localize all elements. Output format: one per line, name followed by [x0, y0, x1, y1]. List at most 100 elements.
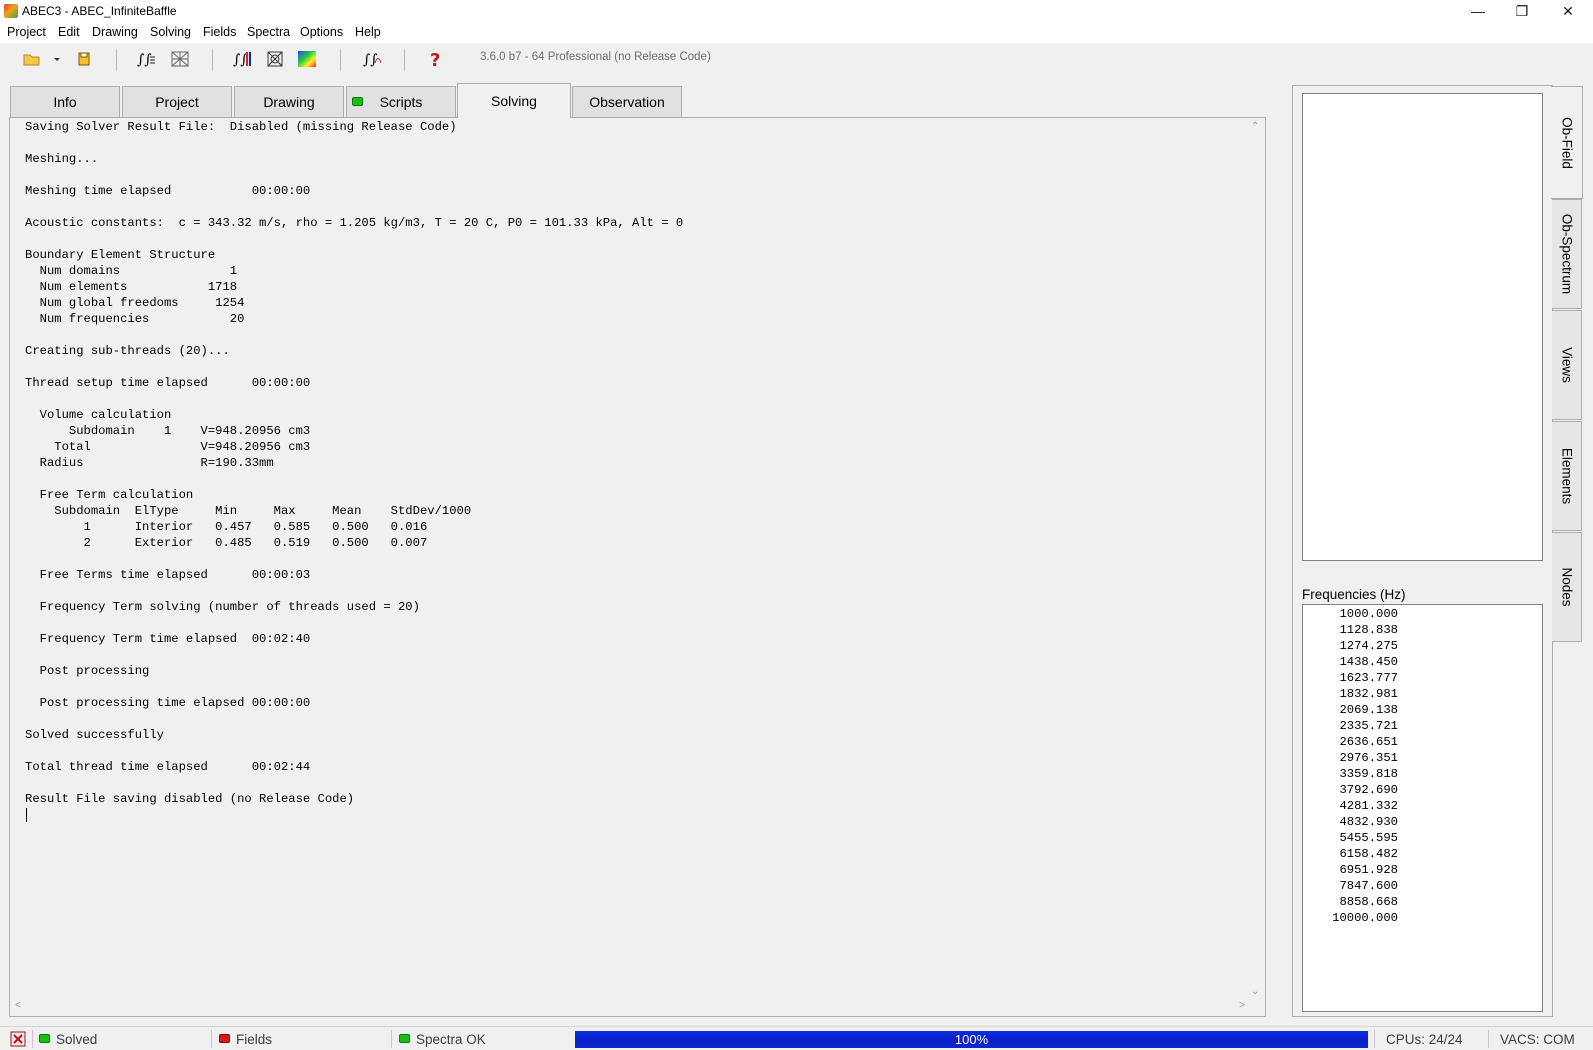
frequency-item[interactable]: 1274.275: [1339, 639, 1398, 653]
log-line: Meshing time elapsed 00:00:00: [25, 184, 311, 198]
observation-side-panel: Frequencies (Hz) 1000.000 1128.838 1274.27…: [1292, 85, 1553, 1017]
menu-spectra[interactable]: Spectra: [247, 25, 290, 39]
title-bar: ABEC3 - ABEC_InfiniteBaffle — ❐ ✕: [0, 0, 1593, 23]
wireframe-icon[interactable]: [265, 49, 285, 69]
log-line: 2 Exterior 0.485 0.519 0.500 0.007: [25, 536, 428, 550]
frequency-item[interactable]: 1438.450: [1339, 655, 1398, 669]
integral-fields-icon[interactable]: ∫∫: [232, 49, 252, 69]
menu-bar: Project Edit Drawing Solving Fields Spec…: [0, 23, 1593, 43]
side-tab-label: Views: [1559, 347, 1574, 383]
svg-text:∫∫: ∫∫: [137, 52, 152, 68]
menu-project[interactable]: Project: [7, 25, 46, 39]
close-button[interactable]: ✕: [1546, 0, 1590, 23]
tab-drawing[interactable]: Drawing: [234, 86, 344, 117]
tab-label: Solving: [491, 93, 537, 109]
log-line: Num frequencies 20: [25, 312, 245, 326]
tab-nodes[interactable]: Nodes: [1552, 532, 1582, 642]
solver-log-text[interactable]: Saving Solver Result File: Disabled (mis…: [25, 119, 683, 807]
save-script-icon[interactable]: [74, 49, 94, 69]
frequency-item[interactable]: 6951.928: [1339, 863, 1398, 877]
status-cpus: CPUs: 24/24: [1386, 1032, 1463, 1047]
frequency-item[interactable]: 7847.600: [1339, 879, 1398, 893]
integral-spectra-icon[interactable]: ∫∫: [362, 49, 382, 69]
mesh-icon[interactable]: [170, 49, 190, 69]
log-line: Creating sub-threads (20)...: [25, 344, 230, 358]
log-line: Result File saving disabled (no Release …: [25, 792, 355, 806]
tab-ob-spectrum[interactable]: Ob-Spectrum: [1552, 199, 1582, 309]
frequency-item[interactable]: 1000.000: [1339, 607, 1398, 621]
toolbar: ∫∫ ∫∫ ∫∫ ? 3.6.0 b7 - 64 Professional (n…: [0, 43, 1593, 75]
scroll-down-icon[interactable]: ⌄: [1251, 986, 1259, 997]
tab-views[interactable]: Views: [1552, 310, 1582, 420]
solver-log-panel[interactable]: Saving Solver Result File: Disabled (mis…: [9, 117, 1266, 1017]
frequency-item[interactable]: 2335.721: [1339, 719, 1398, 733]
log-line: Num domains 1: [25, 264, 238, 278]
version-label: 3.6.0 b7 - 64 Professional (no Release C…: [480, 51, 711, 63]
status-spectra: Spectra OK: [416, 1032, 486, 1047]
log-line: Saving Solver Result File: Disabled (mis…: [25, 120, 457, 134]
tab-scripts[interactable]: Scripts: [346, 86, 456, 117]
menu-edit[interactable]: Edit: [58, 25, 80, 39]
status-vacs: VACS: COM: [1500, 1032, 1575, 1047]
frequency-item[interactable]: 1832.981: [1339, 687, 1398, 701]
frequency-item[interactable]: 4832.930: [1339, 815, 1398, 829]
minimize-button[interactable]: —: [1456, 0, 1500, 23]
open-folder-icon[interactable]: [22, 49, 42, 69]
menu-help[interactable]: Help: [355, 25, 381, 39]
tab-solving[interactable]: Solving: [457, 83, 571, 118]
preview-area[interactable]: [1302, 93, 1543, 561]
text-caret: [26, 808, 27, 822]
frequency-item[interactable]: 3792.690: [1339, 783, 1398, 797]
frequency-item[interactable]: 1128.838: [1339, 623, 1398, 637]
progress-label: 100%: [954, 1032, 989, 1047]
log-line: Post processing: [25, 664, 150, 678]
frequency-item[interactable]: 2069.138: [1339, 703, 1398, 717]
log-line: Radius R=190.33mm: [25, 456, 274, 470]
fields-led-icon: [219, 1034, 230, 1043]
scroll-up-icon[interactable]: ⌃: [1251, 121, 1259, 132]
log-horizontal-scrollbar[interactable]: < >: [11, 999, 1249, 1015]
tab-project[interactable]: Project: [122, 86, 232, 117]
frequency-item[interactable]: 4281.332: [1339, 799, 1398, 813]
toolbar-separator: [340, 49, 341, 71]
status-separator: [391, 1030, 392, 1048]
tab-label: Drawing: [263, 94, 315, 110]
integral-solve-icon[interactable]: ∫∫: [136, 49, 156, 69]
frequency-item[interactable]: 3359.818: [1339, 767, 1398, 781]
tab-ob-field[interactable]: Ob-Field: [1551, 86, 1583, 199]
tab-elements[interactable]: Elements: [1552, 421, 1582, 531]
help-icon[interactable]: ?: [426, 49, 446, 71]
frequencies-list[interactable]: 1000.000 1128.838 1274.275 1438.450 1623.777…: [1302, 604, 1543, 1012]
frequency-item[interactable]: 6158.482: [1339, 847, 1398, 861]
color-map-icon[interactable]: [297, 49, 317, 69]
log-vertical-scrollbar[interactable]: ⌃ ⌄: [1248, 119, 1264, 999]
menu-drawing[interactable]: Drawing: [92, 25, 138, 39]
menu-fields[interactable]: Fields: [203, 25, 236, 39]
scroll-right-icon[interactable]: >: [1239, 1000, 1245, 1011]
status-separator: [1488, 1030, 1489, 1048]
menu-solving[interactable]: Solving: [150, 25, 191, 39]
open-dropdown-icon[interactable]: [51, 49, 63, 69]
frequency-item[interactable]: 2636.651: [1339, 735, 1398, 749]
restore-button[interactable]: ❐: [1500, 0, 1544, 23]
frequency-item[interactable]: 5455.595: [1339, 831, 1398, 845]
frequency-item[interactable]: 8858.668: [1339, 895, 1398, 909]
tab-info[interactable]: Info: [10, 86, 120, 117]
scroll-left-icon[interactable]: <: [15, 1000, 21, 1011]
frequency-item[interactable]: 2976.351: [1339, 751, 1398, 765]
solver-status-icon: [10, 1031, 26, 1050]
frequency-item[interactable]: 10000.000: [1332, 911, 1398, 925]
menu-options[interactable]: Options: [300, 25, 343, 39]
tab-observation[interactable]: Observation: [572, 86, 682, 117]
frequency-item[interactable]: 1623.777: [1339, 671, 1398, 685]
